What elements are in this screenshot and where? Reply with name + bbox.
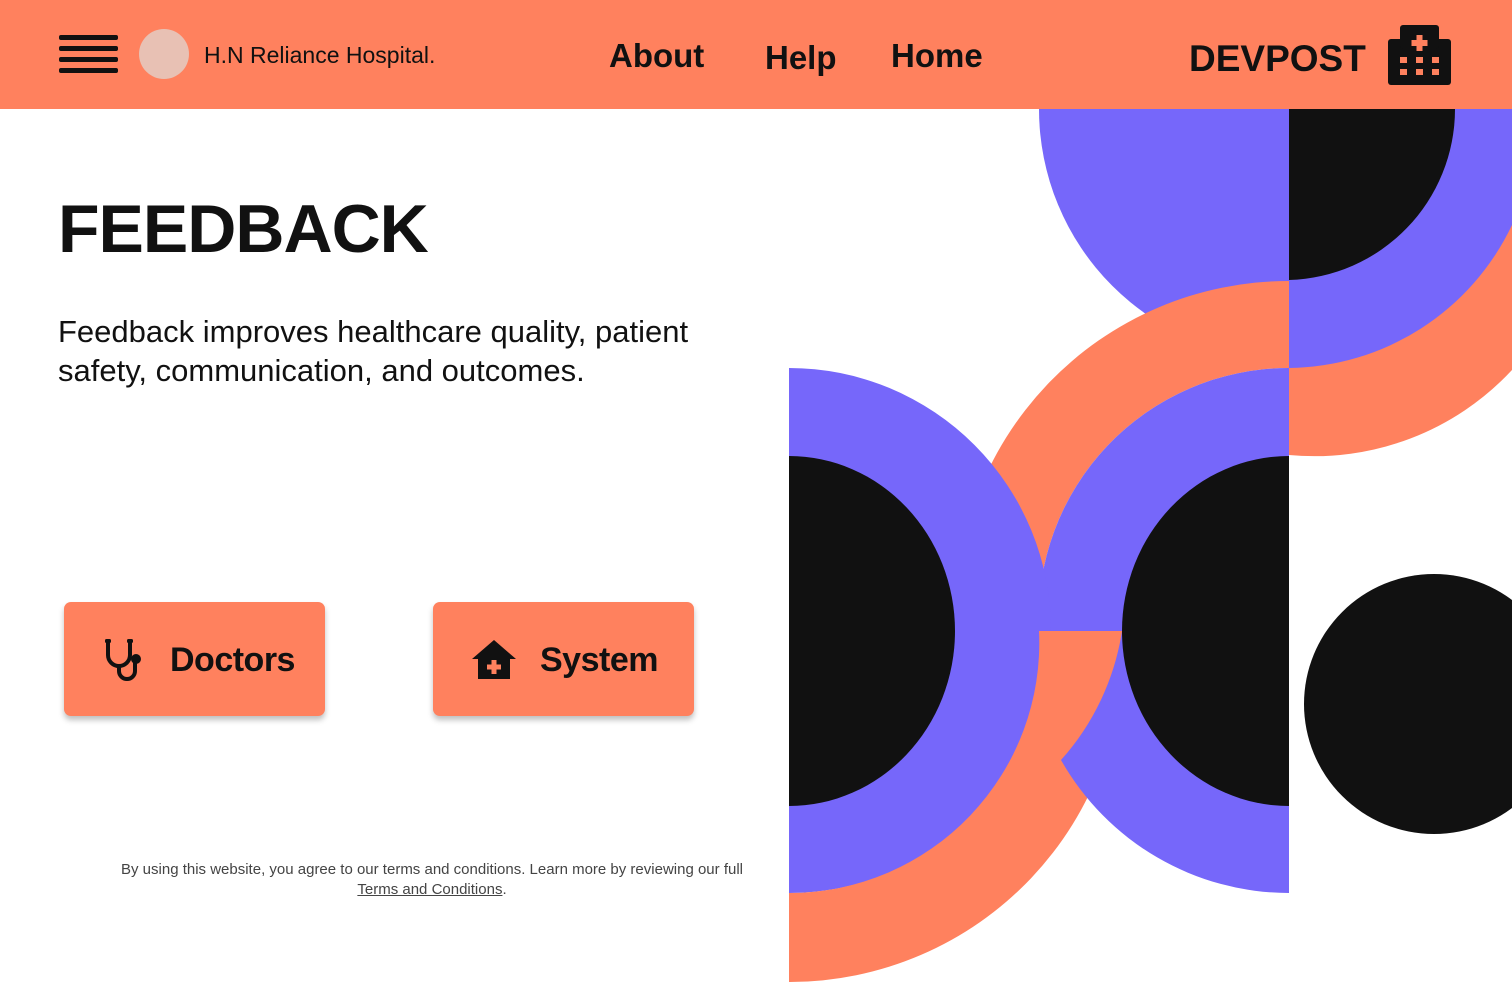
devpost-label[interactable]: DEVPOST bbox=[1189, 38, 1366, 80]
nav-link-home[interactable]: Home bbox=[891, 36, 983, 76]
page: H.N Reliance Hospital. About Help Home D… bbox=[0, 0, 1512, 982]
logo-avatar[interactable] bbox=[139, 29, 189, 79]
decorative-geometric-art bbox=[789, 109, 1512, 982]
hospital-icon[interactable] bbox=[1388, 25, 1451, 85]
nav-link-help[interactable]: Help bbox=[765, 38, 837, 78]
nav-link-about[interactable]: About bbox=[609, 36, 704, 76]
brand-name: H.N Reliance Hospital. bbox=[204, 42, 436, 68]
hamburger-menu-icon[interactable] bbox=[59, 33, 118, 75]
art-black-circle-right bbox=[1304, 574, 1512, 834]
top-navigation-bar: H.N Reliance Hospital. About Help Home D… bbox=[0, 0, 1512, 109]
